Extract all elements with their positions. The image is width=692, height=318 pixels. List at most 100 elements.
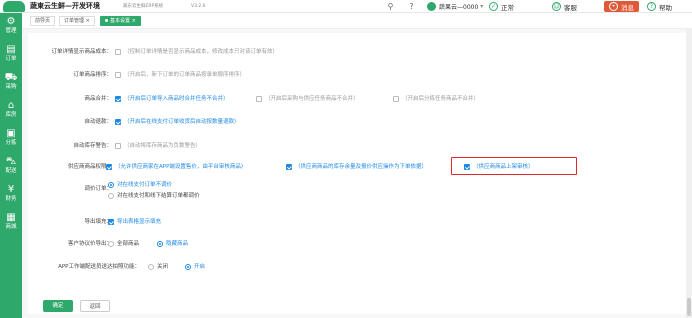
radio-agreement-export-2[interactable] bbox=[157, 240, 163, 247]
radio-photo-on[interactable] bbox=[185, 263, 191, 270]
setting-show-cost-option[interactable]: （控制订单详情是否显示商品成本，修改成本只对该订单有效） bbox=[115, 48, 278, 56]
setting-hint: （控制订单详情是否显示商品成本，修改成本只对该订单有效） bbox=[124, 49, 279, 55]
app-subtitle: 蔬东云生鲜ERP系统 bbox=[123, 4, 164, 9]
setting-hint: （自动将库存商品为负数警告） bbox=[124, 143, 202, 149]
help-icon: ? bbox=[647, 2, 656, 11]
radio-agreement-export-1[interactable] bbox=[108, 240, 114, 247]
setting-hint: （开启后订单导入商品时合并任务不合并） bbox=[124, 96, 229, 102]
sidebar-item-mall[interactable]: ▦ 商城 bbox=[0, 212, 22, 231]
money-icon: ¥ bbox=[7, 184, 15, 195]
grid-icon: ▦ bbox=[6, 212, 16, 223]
confirm-button[interactable]: 确定 bbox=[43, 300, 73, 312]
gear-icon: ⚙ bbox=[6, 16, 16, 27]
setting-hint: （供应商商品的库存余量及报价供应操作为下单依据） bbox=[295, 164, 428, 170]
setting-agreement-export-option-2[interactable]: 隐藏商品 bbox=[157, 240, 188, 248]
sidebar-item-label: 库房 bbox=[5, 112, 17, 118]
sidebar-item-label: 采购 bbox=[5, 84, 17, 90]
sidebar-item-delivery[interactable]: ⛍ 配送 bbox=[0, 156, 22, 175]
sidebar-item-label: 财务 bbox=[5, 196, 17, 202]
setting-stock-warning-option[interactable]: （自动将库存商品为负数警告） bbox=[115, 142, 201, 150]
checkbox-merge-3[interactable] bbox=[393, 95, 399, 102]
sidebar-item-label: 分拣 bbox=[5, 140, 17, 146]
checkbox-stock-warning[interactable] bbox=[115, 142, 121, 149]
setting-hint: 导出表格显示填充 bbox=[117, 219, 162, 225]
tab-bar: 前导页 订单管理 × 基本设置 × bbox=[22, 13, 692, 29]
setting-hint: （开启后在线支付订单收货后自动按数量退款） bbox=[124, 119, 240, 125]
tab-order-management[interactable]: 订单管理 × bbox=[59, 16, 95, 26]
service-label: 客服 bbox=[564, 3, 577, 12]
setting-hint: （允许供应商家在APP端设置售价，由平台审核商品） bbox=[115, 164, 247, 170]
checkbox-order-sort[interactable] bbox=[115, 71, 121, 78]
setting-export-fill-option[interactable]: 导出表格显示填充 bbox=[108, 218, 161, 226]
help-label: 帮助 bbox=[659, 3, 672, 12]
setting-hint: （开启后采购与供应任务商品不合并） bbox=[265, 96, 359, 102]
checkbox-merge-1[interactable] bbox=[115, 95, 121, 102]
scrollbar-track[interactable] bbox=[686, 29, 692, 318]
setting-merge-option-1[interactable]: （开启后订单导入商品时合并任务不合并） bbox=[115, 95, 229, 103]
order-icon: ▤ bbox=[6, 44, 16, 55]
setting-label-agreement-export: 客户协议价导出： bbox=[67, 241, 112, 247]
sidebar-item-orders[interactable]: ▤ 订单 bbox=[0, 44, 22, 63]
setting-price-adjust-option-1[interactable]: 对在线支付订单不调价 bbox=[108, 181, 172, 189]
headset-icon: ☺ bbox=[552, 2, 561, 11]
checkbox-supplier-1[interactable] bbox=[106, 163, 112, 170]
sidebar-item-label: 管理 bbox=[5, 28, 17, 34]
message-button[interactable]: • 消息 bbox=[604, 1, 639, 12]
checkbox-auto-refund[interactable] bbox=[115, 118, 121, 125]
tab-home[interactable]: 前导页 bbox=[30, 16, 56, 26]
tab-label: 基本设置 × bbox=[110, 18, 136, 24]
tab-basic-settings[interactable]: 基本设置 × bbox=[100, 16, 141, 26]
question-icon[interactable]: ? bbox=[406, 1, 417, 12]
scrollbar-thumb[interactable] bbox=[687, 298, 691, 316]
setting-price-adjust-option-2[interactable]: 对在线支付和线下结算订单都调价 bbox=[108, 192, 200, 200]
status-indicator[interactable]: ✓ 正常 bbox=[489, 0, 514, 13]
sidebar-item-warehouse[interactable]: ⌂ 库房 bbox=[0, 100, 22, 119]
setting-label-merge: 商品合并： bbox=[84, 96, 112, 102]
radio-price-adjust-2[interactable] bbox=[108, 192, 114, 199]
sidebar: ⚙ 管理 ▤ 订单 ⛟ 采购 ⌂ 库房 ▣ 分拣 ⛍ 配送 ¥ 财务 ▦ 商城 bbox=[0, 13, 22, 318]
cart-icon: ⛟ bbox=[4, 72, 18, 83]
message-label: 消息 bbox=[621, 3, 634, 12]
service-button[interactable]: ☺ 客服 bbox=[552, 0, 577, 13]
sidebar-item-label: 配送 bbox=[5, 168, 17, 174]
setting-hint: 全部商品 bbox=[117, 241, 140, 247]
search-icon[interactable]: ⚲ bbox=[385, 1, 396, 12]
setting-order-sort-option[interactable]: （开启后，新下订单的订单商品按录单顺序排序） bbox=[115, 71, 245, 79]
setting-hint: 关闭 bbox=[157, 264, 169, 270]
setting-supplier-option-2[interactable]: （供应商商品的库存余量及报价供应操作为下单依据） bbox=[286, 163, 427, 171]
checkbox-merge-2[interactable] bbox=[256, 95, 262, 102]
status-label: 正常 bbox=[501, 3, 514, 12]
help-button[interactable]: ? 帮助 bbox=[647, 0, 672, 13]
setting-hint: （开启后分拣任务商品不合并） bbox=[402, 96, 480, 102]
sidebar-item-purchase[interactable]: ⛟ 采购 bbox=[0, 72, 22, 91]
sidebar-item-sorting[interactable]: ▣ 分拣 bbox=[0, 128, 22, 147]
setting-hint: （开启后，新下订单的订单商品按录单顺序排序） bbox=[124, 72, 246, 78]
setting-merge-option-3[interactable]: （开启后分拣任务商品不合并） bbox=[393, 95, 479, 103]
highlight-box bbox=[451, 157, 577, 175]
setting-supplier-option-1[interactable]: （允许供应商家在APP端设置售价，由平台审核商品） bbox=[106, 163, 246, 171]
setting-merge-option-2[interactable]: （开启后采购与供应任务商品不合并） bbox=[256, 95, 359, 103]
setting-hint: 对在线支付和线下结算订单都调价 bbox=[117, 193, 200, 199]
sidebar-item-finance[interactable]: ¥ 财务 bbox=[0, 184, 22, 203]
setting-agreement-export-option-1[interactable]: 全部商品 bbox=[108, 240, 139, 248]
sidebar-item-label: 订单 bbox=[5, 56, 17, 62]
radio-price-adjust-1[interactable] bbox=[108, 181, 114, 188]
avatar bbox=[427, 2, 436, 11]
setting-photo-option-1[interactable]: 关闭 bbox=[148, 263, 168, 271]
setting-photo-option-2[interactable]: 开启 bbox=[185, 263, 205, 271]
radio-photo-off[interactable] bbox=[148, 263, 154, 270]
checkbox-export-fill[interactable] bbox=[108, 218, 114, 225]
user-menu[interactable]: 蔬果云—0000 ▾ bbox=[427, 0, 483, 13]
back-button[interactable]: 返回 bbox=[80, 300, 110, 312]
truck-icon: ⛍ bbox=[5, 156, 17, 167]
setting-hint: 隐藏商品 bbox=[166, 241, 189, 247]
setting-auto-refund-option[interactable]: （开启后在线支付订单收货后自动按数量退款） bbox=[115, 118, 240, 126]
checkbox-show-cost[interactable] bbox=[115, 48, 121, 55]
sidebar-item-manage[interactable]: ⚙ 管理 bbox=[0, 16, 22, 35]
setting-label-order-sort: 订单商品排序： bbox=[73, 72, 112, 78]
chevron-down-icon: ▾ bbox=[480, 3, 484, 10]
checkbox-supplier-2[interactable] bbox=[286, 163, 292, 170]
setting-label-stock-warning: 自动库存警告： bbox=[73, 143, 112, 149]
username: 蔬果云—0000 bbox=[439, 4, 479, 11]
top-header: 蔬東云生鲜—开发环境 蔬东云生鲜ERP系统 V3.2.6 ⚲ ? 蔬果云—000… bbox=[0, 0, 692, 13]
